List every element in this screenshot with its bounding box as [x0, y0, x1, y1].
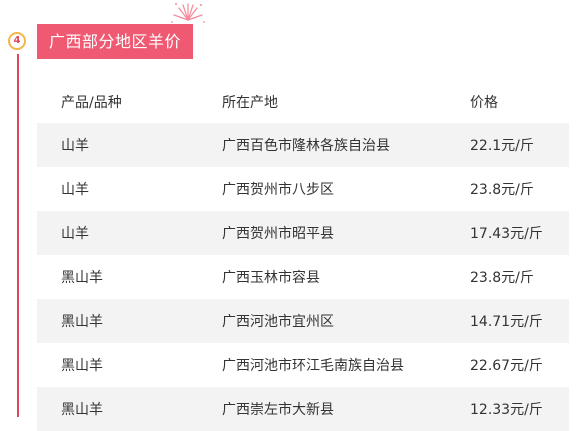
timeline-line [17, 54, 19, 417]
cell-product: 黑山羊 [37, 255, 222, 299]
cell-product: 黑山羊 [37, 387, 222, 431]
cell-origin: 广西贺州市昭平县 [222, 211, 470, 255]
cell-origin: 广西百色市隆林各族自治县 [222, 123, 470, 167]
table-row: 黑山羊 广西玉林市容县 23.8元/斤 [37, 255, 569, 299]
table-row: 山羊 广西贺州市八步区 23.8元/斤 [37, 167, 569, 211]
cell-product: 黑山羊 [37, 343, 222, 387]
cell-price: 23.8元/斤 [470, 255, 569, 299]
cell-product: 黑山羊 [37, 299, 222, 343]
lamb-price-table: 产品/品种 所在产地 价格 山羊 广西百色市隆林各族自治县 22.1元/斤 山羊… [37, 80, 569, 431]
cell-price: 12.33元/斤 [470, 387, 569, 431]
column-header-price: 价格 [470, 94, 498, 111]
column-header-product: 产品/品种 [61, 94, 122, 111]
table-row: 山羊 广西百色市隆林各族自治县 22.1元/斤 [37, 123, 569, 167]
table-row: 黑山羊 广西河池市环江毛南族自治县 22.67元/斤 [37, 343, 569, 387]
cell-product: 山羊 [37, 123, 222, 167]
cell-price: 14.71元/斤 [470, 299, 569, 343]
column-header-origin: 所在产地 [222, 94, 278, 111]
cell-product: 山羊 [37, 167, 222, 211]
cell-origin: 广西河池市宜州区 [222, 299, 470, 343]
section-title: 广西部分地区羊价 [37, 24, 194, 59]
cell-price: 22.67元/斤 [470, 343, 569, 387]
cell-product: 山羊 [37, 211, 222, 255]
table-row: 黑山羊 广西崇左市大新县 12.33元/斤 [37, 387, 569, 431]
cell-price: 17.43元/斤 [470, 211, 569, 255]
cell-origin: 广西崇左市大新县 [222, 387, 470, 431]
table-row: 黑山羊 广西河池市宜州区 14.71元/斤 [37, 299, 569, 343]
table-header-row: 产品/品种 所在产地 价格 [37, 80, 569, 123]
cell-origin: 广西河池市环江毛南族自治县 [222, 343, 470, 387]
cell-price: 22.1元/斤 [470, 123, 569, 167]
step-number-badge: 4 [8, 32, 26, 50]
cell-origin: 广西贺州市八步区 [222, 167, 470, 211]
table-row: 山羊 广西贺州市昭平县 17.43元/斤 [37, 211, 569, 255]
cell-price: 23.8元/斤 [470, 167, 569, 211]
cell-origin: 广西玉林市容县 [222, 255, 470, 299]
